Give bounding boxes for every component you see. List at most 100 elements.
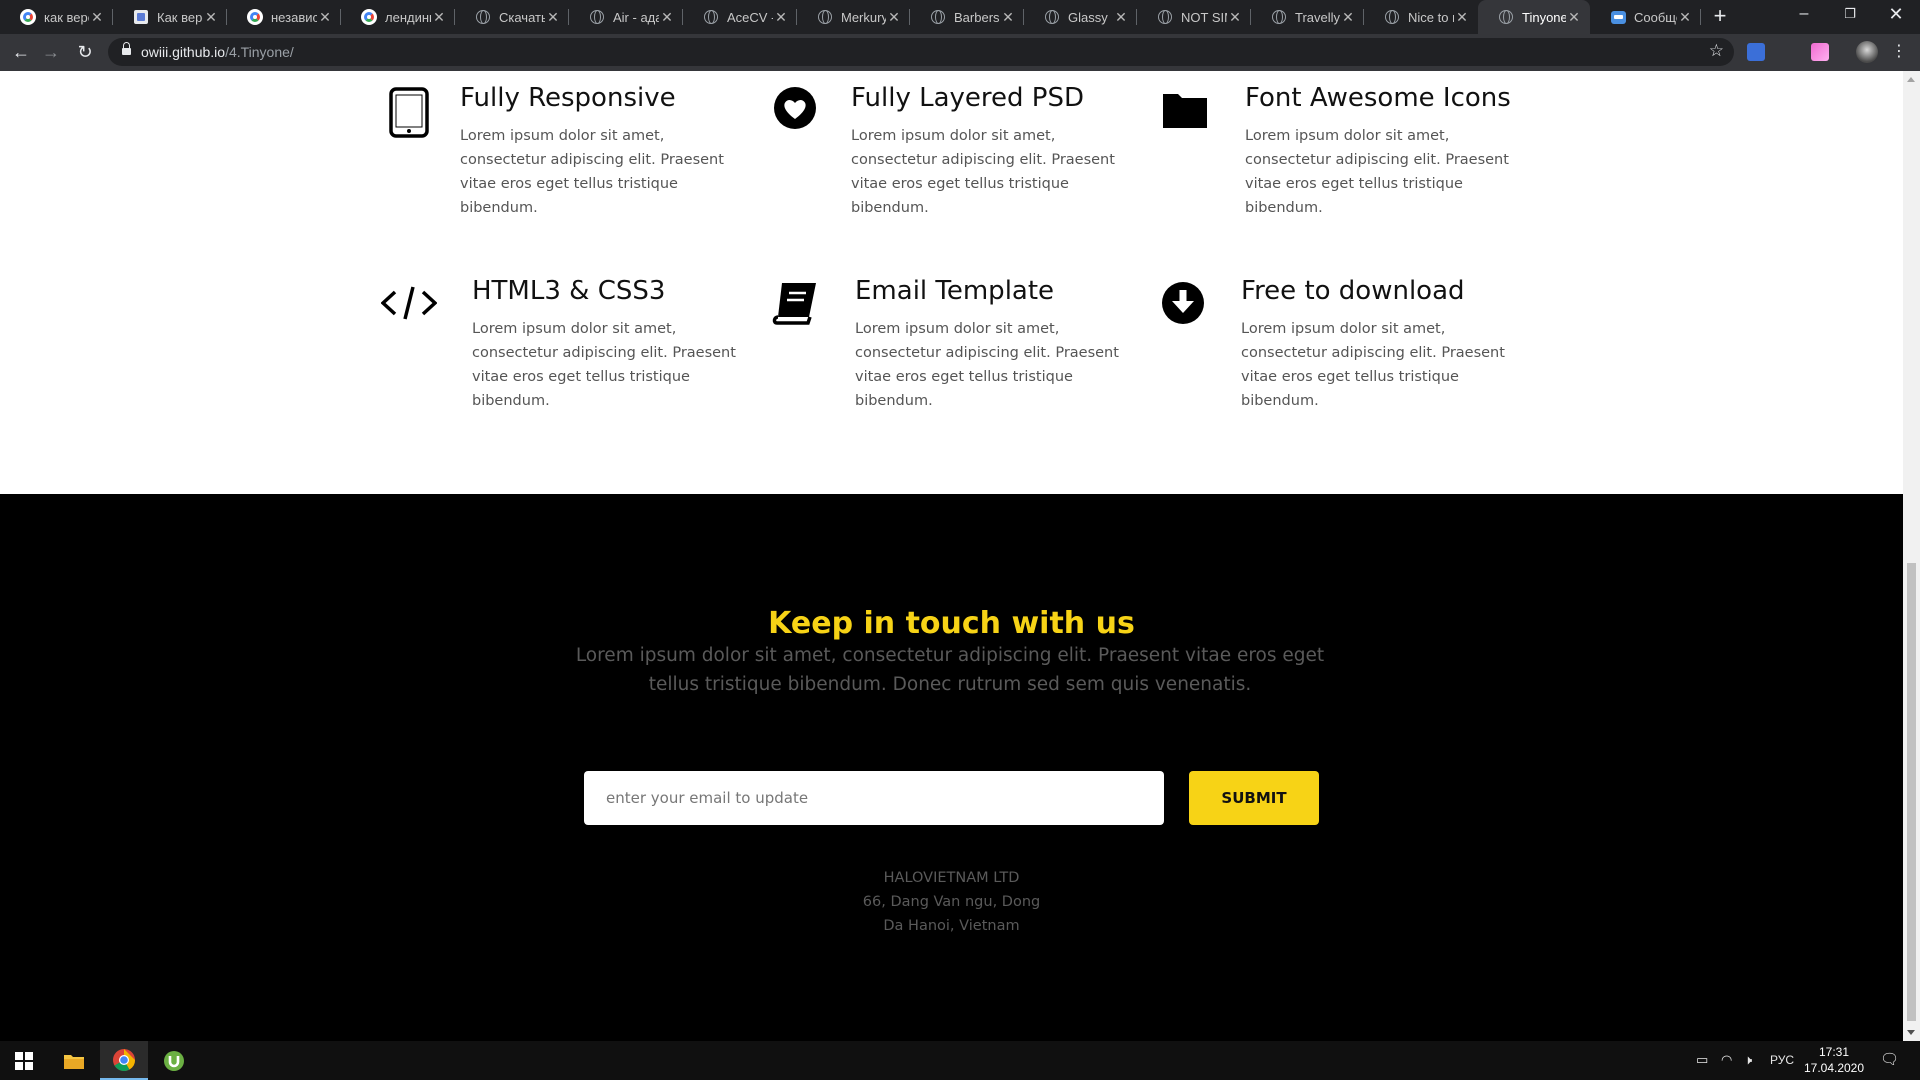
- feature-description: Lorem ipsum dolor sit amet, consectetur …: [851, 128, 1115, 216]
- scroll-down-arrow-icon[interactable]: [1907, 1030, 1915, 1035]
- forward-button[interactable]: →: [38, 39, 64, 65]
- tab-close-icon[interactable]: ✕: [1113, 9, 1129, 26]
- url-path: /4.Tinyone/: [225, 44, 294, 60]
- tab-title: AceCV - F: [727, 9, 773, 25]
- tab-title: Tinyone: [1522, 9, 1566, 25]
- feature-description: Lorem ipsum dolor sit amet, consectetur …: [1245, 128, 1509, 216]
- tab-close-icon[interactable]: ✕: [431, 9, 447, 26]
- globe-icon: [589, 9, 605, 25]
- tab-close-icon[interactable]: ✕: [773, 9, 789, 26]
- submit-button[interactable]: SUBMIT: [1189, 771, 1319, 825]
- back-button[interactable]: ←: [8, 39, 34, 65]
- battery-icon[interactable]: ▭: [1696, 1052, 1708, 1068]
- language-indicator[interactable]: РУС: [1770, 1053, 1794, 1067]
- browser-tab[interactable]: Nice to m✕: [1364, 0, 1478, 34]
- globe-icon: [703, 9, 719, 25]
- tab-close-icon[interactable]: ✕: [1000, 9, 1016, 26]
- browser-tab[interactable]: Travelly ✕: [1251, 0, 1364, 34]
- url-host: owiii.github.io: [141, 44, 226, 60]
- translate-extension-icon[interactable]: [1747, 43, 1765, 61]
- tab-close-icon[interactable]: ✕: [545, 9, 561, 26]
- browser-tab[interactable]: как верс✕: [0, 0, 113, 34]
- volume-muted-icon[interactable]: 🕨: [1744, 1052, 1752, 1068]
- clock[interactable]: 17:31 17.04.2020: [1795, 1044, 1873, 1076]
- browser-tab[interactable]: независи✕: [227, 0, 341, 34]
- tab-title: Air - адап: [613, 9, 659, 25]
- address-bar[interactable]: owiii.github.io/4.Tinyone/ ☆: [108, 38, 1734, 66]
- tablet-icon: [382, 86, 429, 138]
- heart-circle-icon: [771, 86, 816, 138]
- browser-tab[interactable]: Скачать ✕: [455, 0, 569, 34]
- globe-icon: [1498, 9, 1514, 25]
- browser-toolbar: ← → ↻ owiii.github.io/4.Tinyone/ ☆ ⋮: [0, 34, 1920, 71]
- browser-tab[interactable]: Barbersh✕: [910, 0, 1024, 34]
- browser-tab[interactable]: Tinyone ✕: [1478, 0, 1590, 34]
- browser-tab[interactable]: Air - адап✕: [569, 0, 683, 34]
- profile-avatar[interactable]: [1856, 41, 1878, 63]
- tab-title: Glassy: [1068, 9, 1108, 25]
- cta-title: Keep in touch with us: [768, 606, 1135, 641]
- browser-tab[interactable]: Сообще✕: [1590, 0, 1701, 34]
- tab-close-icon[interactable]: ✕: [886, 9, 902, 26]
- menu-kebab-icon[interactable]: ⋮: [1886, 39, 1912, 65]
- tab-close-icon[interactable]: ✕: [1454, 9, 1470, 26]
- tab-close-icon[interactable]: ✕: [89, 9, 105, 26]
- chrome-icon: [113, 1048, 135, 1071]
- restore-button[interactable]: ❐: [1827, 0, 1873, 30]
- feature-title: Font Awesome Icons: [1245, 83, 1511, 113]
- company-address: HALOVIETNAM LTD 66, Dang Van ngu, Dong D…: [0, 866, 1903, 938]
- new-tab-button[interactable]: +: [1704, 0, 1736, 34]
- start-button[interactable]: [0, 1041, 48, 1080]
- tab-title: NOT SIM: [1181, 9, 1227, 25]
- tab-title: Сообще: [1634, 9, 1677, 25]
- minimize-button[interactable]: –: [1781, 0, 1827, 30]
- feature-title: Free to download: [1241, 276, 1465, 306]
- tab-close-icon[interactable]: ✕: [1566, 9, 1582, 26]
- tab-title: независи: [271, 9, 317, 25]
- lock-icon: [122, 42, 131, 57]
- globe-icon: [1044, 9, 1060, 25]
- globe-icon: [475, 9, 491, 25]
- browser-tab[interactable]: Glassy ✕: [1024, 0, 1137, 34]
- page-viewport: Fully Responsive Lorem ipsum dolor sit am…: [0, 71, 1903, 1041]
- close-window-button[interactable]: ✕: [1873, 0, 1919, 30]
- browser-tab[interactable]: NOT SIM✕: [1137, 0, 1251, 34]
- file-explorer-button[interactable]: [50, 1041, 98, 1080]
- reload-button[interactable]: ↻: [72, 39, 98, 65]
- address-line-1: 66, Dang Van ngu, Dong: [862, 894, 1041, 910]
- scroll-up-arrow-icon[interactable]: [1907, 77, 1915, 82]
- scrollbar-thumb[interactable]: [1907, 563, 1916, 1021]
- tab-title: Travelly: [1295, 9, 1340, 25]
- color-extension-icon[interactable]: [1811, 43, 1829, 61]
- notifications-icon[interactable]: 🗨: [1880, 1050, 1899, 1068]
- tab-title: Merkury: [841, 9, 886, 25]
- company-name: HALOVIETNAM LTD: [883, 870, 1020, 886]
- browser-tab[interactable]: AceCV - F✕: [683, 0, 797, 34]
- email-input[interactable]: [584, 771, 1164, 825]
- chrome-taskbar-button[interactable]: [100, 1041, 148, 1080]
- tab-close-icon[interactable]: ✕: [659, 9, 675, 26]
- page-scrollbar[interactable]: [1903, 71, 1920, 1041]
- utorrent-taskbar-button[interactable]: [150, 1041, 198, 1080]
- browser-tab[interactable]: лендинг ✕: [341, 0, 455, 34]
- tab-close-icon[interactable]: ✕: [1227, 9, 1243, 26]
- feature-title: Email Template: [855, 276, 1055, 306]
- network-icon[interactable]: ◠: [1721, 1052, 1732, 1068]
- tab-title: как верс: [44, 9, 89, 25]
- tab-title: Как верс: [157, 9, 203, 25]
- tab-close-icon[interactable]: ✕: [317, 9, 333, 26]
- feature-title: Fully Responsive: [460, 83, 676, 113]
- download-circle-icon: [1161, 279, 1209, 331]
- tab-title: Nice to m: [1408, 9, 1454, 25]
- feature-title: HTML3 & CSS3: [472, 276, 666, 306]
- bookmark-star-icon[interactable]: ☆: [1709, 41, 1724, 61]
- tab-close-icon[interactable]: ✕: [1677, 9, 1693, 26]
- feature-description: Lorem ipsum dolor sit amet, consectetur …: [472, 321, 736, 409]
- folder-icon: [1161, 86, 1209, 138]
- tab-close-icon[interactable]: ✕: [203, 9, 219, 26]
- browser-tab[interactable]: Merkury ✕: [797, 0, 910, 34]
- browser-tab[interactable]: Как верс✕: [113, 0, 227, 34]
- tab-close-icon[interactable]: ✕: [1340, 9, 1356, 26]
- feature-description: Lorem ipsum dolor sit amet, consectetur …: [460, 128, 724, 216]
- cta-text: Lorem ipsum dolor sit amet, consectetur …: [575, 645, 1325, 695]
